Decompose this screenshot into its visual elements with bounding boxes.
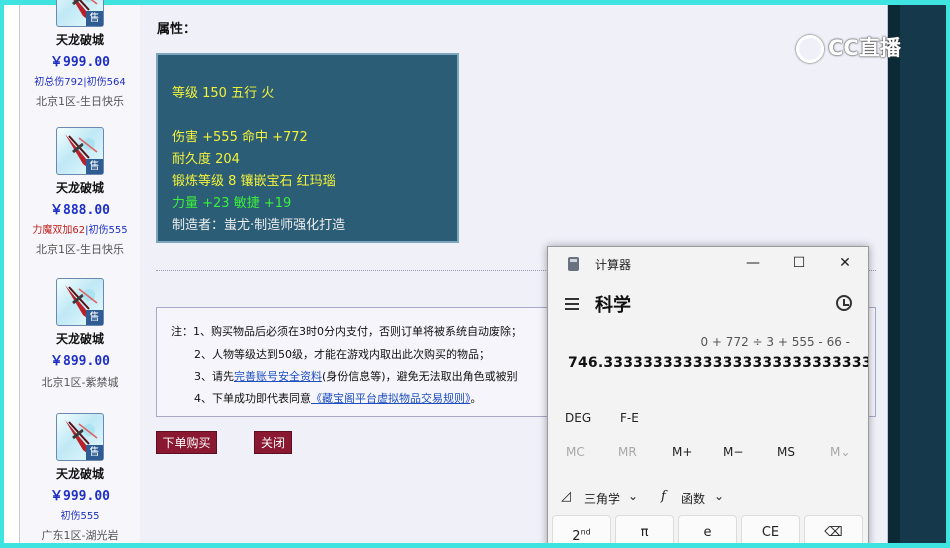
cc-live-watermark: CC直播: [796, 32, 901, 63]
fe-button[interactable]: F-E: [620, 411, 639, 425]
right-frame-border: [946, 0, 950, 548]
product-item[interactable]: 售天龙破城 ￥899.00 北京1区-紫禁城: [20, 278, 140, 390]
cc-logo-icon: [796, 35, 824, 63]
product-price: ￥999.00: [50, 489, 110, 504]
bottom-frame-border: [0, 543, 950, 548]
calculator-titlebar[interactable]: 计算器 — ☐ ✕: [548, 247, 868, 279]
sell-tag: 售: [86, 11, 103, 26]
m-minus-button[interactable]: M−: [723, 445, 743, 459]
product-name[interactable]: 天龙破城: [20, 330, 140, 347]
product-attribute: 初伤555: [20, 507, 140, 522]
product-attribute-part: 初总伤792|初伤564: [34, 77, 126, 88]
product-server: 北京1区-紫禁城: [41, 376, 119, 389]
product-name[interactable]: 天龙破城: [20, 179, 140, 196]
product-server: 北京1区-生日快乐: [36, 95, 124, 108]
note-line-3: 3、请先完善账号安全资料(身份信息等)，避免无法取出角色或被别: [194, 368, 518, 384]
product-attribute: 初总伤792|初伤564: [20, 73, 140, 88]
ms-button[interactable]: MS: [777, 445, 795, 459]
product-server: 广东1区-湖光岩: [41, 529, 119, 542]
product-thumbnail[interactable]: 售: [56, 127, 104, 175]
attribute-line: 耐久度 204: [172, 152, 240, 167]
attribute-line: 等级 150 五行 火: [172, 86, 275, 101]
product-list-sidebar: 售天龙破城 ￥999.00 初总伤792|初伤564 北京1区-生日快乐售天龙破城 ￥8…: [19, 0, 141, 543]
left-frame-border: [0, 0, 4, 548]
attribute-line: 伤害 +555 命中 +772: [172, 130, 308, 145]
product-item[interactable]: 售天龙破城 ￥999.00 初伤555 广东1区-湖光岩: [20, 413, 140, 543]
note-line-1: 注：1、购买物品后必须在3时0分内支付，否则订单将被系统自动废除；: [171, 325, 522, 338]
buy-button[interactable]: 下单购买: [156, 431, 217, 454]
trig-dropdown[interactable]: 三角学: [584, 490, 620, 507]
note-line-3-suffix: (身份信息等)，避免无法取出角色或被别: [322, 370, 518, 383]
function-dropdown[interactable]: 函数: [681, 490, 705, 507]
right-dark-panel: [900, 5, 946, 543]
product-attribute-part: |初伤555: [85, 225, 128, 236]
chevron-down-icon: ⌄: [714, 489, 725, 503]
chevron-down-icon: ⌄: [628, 489, 639, 503]
attribute-line: 力量 +23 敏捷 +19: [172, 196, 292, 211]
calculator-window: 计算器 — ☐ ✕ 科学 0 + 772 ÷ 3 + 555 - 66 - 74…: [547, 246, 869, 548]
m-plus-button[interactable]: M+: [672, 445, 692, 459]
product-thumbnail[interactable]: 售: [56, 413, 104, 461]
attribute-line: 锻炼等级 8 镶嵌宝石 红玛瑙: [172, 174, 336, 189]
note-line-4: 4、下单成功即代表同意《藏宝阁平台虚拟物品交易规则》。: [194, 390, 482, 406]
mr-button[interactable]: MR: [618, 445, 637, 459]
calculator-title: 计算器: [595, 258, 632, 272]
deg-button[interactable]: DEG: [565, 411, 591, 425]
product-price: ￥888.00: [50, 203, 110, 218]
hamburger-menu-icon[interactable]: [565, 298, 579, 310]
attributes-title: 属性：: [157, 22, 197, 37]
close-button[interactable]: 关闭: [254, 431, 292, 454]
product-thumbnail[interactable]: 售: [56, 0, 104, 27]
product-attribute: 力魔双加62|初伤555: [20, 221, 140, 236]
history-icon[interactable]: [836, 295, 852, 311]
trade-rules-link[interactable]: 《藏宝阁平台虚拟物品交易规则》: [311, 392, 471, 405]
right-dark-strip: [888, 5, 900, 543]
function-row: ◿ 三角学 ⌄ f 函数 ⌄: [548, 488, 868, 510]
triangle-ruler-icon: ◿: [561, 489, 571, 504]
attributes-box: 等级 150 五行 火伤害 +555 命中 +772 耐久度 204 锻炼等级 8 …: [156, 53, 459, 243]
mc-button[interactable]: MC: [566, 445, 585, 459]
minimize-icon[interactable]: —: [742, 253, 764, 273]
calculator-mode: 科学: [595, 295, 631, 316]
product-thumbnail[interactable]: 售: [56, 278, 104, 326]
product-item[interactable]: 售天龙破城 ￥888.00 力魔双加62|初伤555 北京1区-生日快乐: [20, 127, 140, 257]
sell-tag: 售: [86, 445, 103, 460]
product-server: 北京1区-生日快乐: [36, 243, 124, 256]
maximize-icon[interactable]: ☐: [788, 253, 810, 273]
calculator-expression: 0 + 772 ÷ 3 + 555 - 66 -: [700, 335, 850, 349]
close-icon[interactable]: ✕: [834, 253, 856, 273]
account-security-link[interactable]: 完善账号安全资料: [234, 370, 322, 383]
function-icon: f: [661, 489, 666, 504]
sell-tag: 售: [86, 310, 103, 325]
note-line-2: 2、人物等级达到50级，才能在游戏内取出此次购买的物品；: [194, 348, 490, 361]
sell-tag: 售: [86, 159, 103, 174]
product-name[interactable]: 天龙破城: [20, 465, 140, 482]
watermark-text: CC直播: [828, 36, 901, 60]
product-price: ￥999.00: [50, 55, 110, 70]
product-name[interactable]: 天龙破城: [20, 31, 140, 48]
calculator-app-icon: [568, 257, 579, 271]
attribute-line: 制造者：蚩尤·制造师强化打造: [172, 218, 346, 233]
product-attribute-part: 力魔双加62: [32, 225, 86, 236]
note-line-4-prefix: 4、下单成功即代表同意: [194, 392, 311, 405]
memory-dropdown-button[interactable]: M⌄: [830, 445, 850, 459]
note-line-4-suffix: 。: [470, 392, 482, 405]
product-price: ￥899.00: [50, 354, 110, 369]
note-line-3-prefix: 3、请先: [194, 370, 234, 383]
calculator-result: 746.3333333333333333333333333333333: [568, 355, 868, 371]
product-item[interactable]: 售天龙破城 ￥999.00 初总伤792|初伤564 北京1区-生日快乐: [20, 0, 140, 109]
attribute-line: [172, 105, 457, 127]
product-attribute-part: 初伤555: [60, 511, 100, 522]
